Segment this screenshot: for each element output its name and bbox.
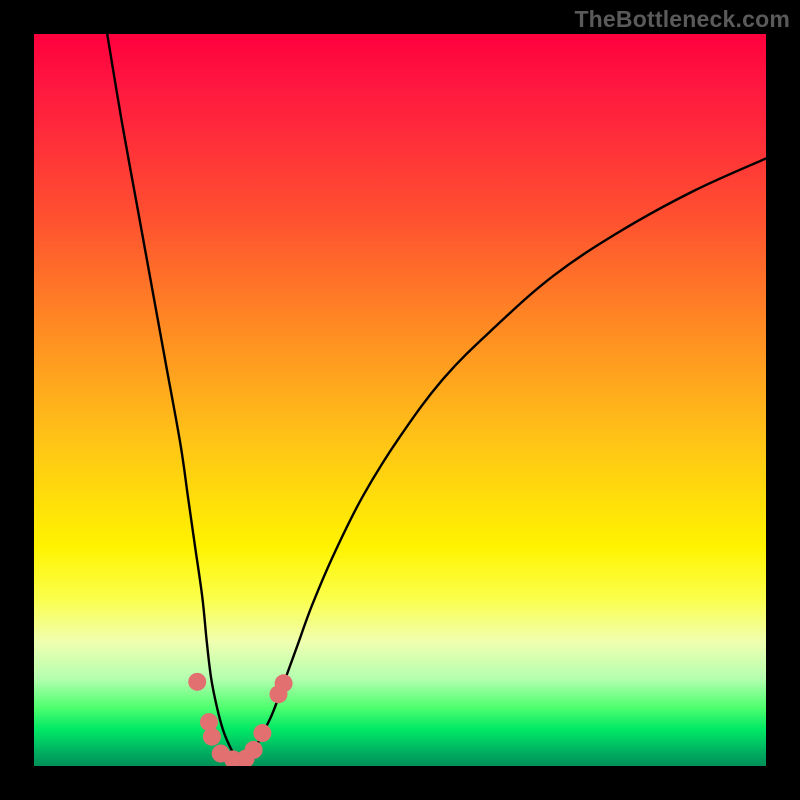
plot-area [34,34,766,766]
curve-layer [34,34,766,766]
data-marker [275,674,293,692]
data-marker [203,728,221,746]
watermark-text: TheBottleneck.com [574,6,790,33]
curve-right-branch [239,158,766,758]
chart-frame: TheBottleneck.com [0,0,800,800]
curve-left-branch [107,34,239,759]
data-marker [188,673,206,691]
data-marker [253,724,271,742]
data-marker [245,741,263,759]
